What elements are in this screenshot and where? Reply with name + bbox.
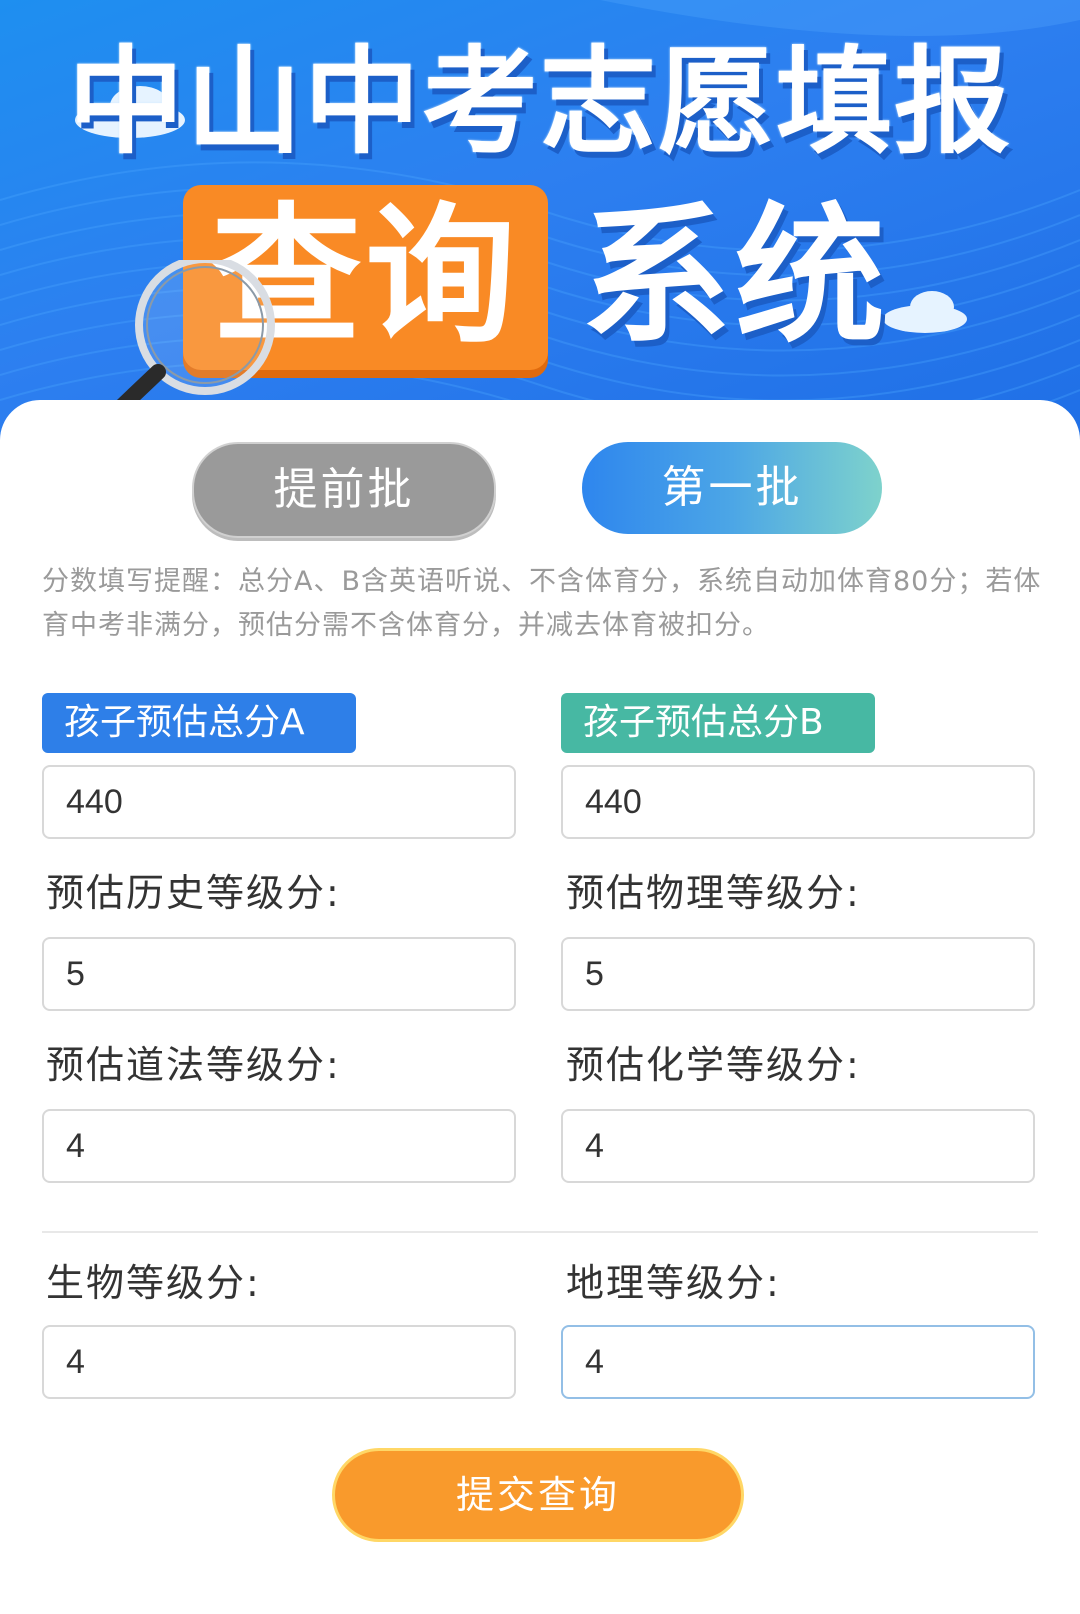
tab-early-batch[interactable]: 提前批 — [192, 442, 496, 538]
banner-title-line1: 中山中考志愿填报 — [68, 35, 1012, 170]
politics-input[interactable]: 4 — [42, 1109, 516, 1183]
biology-input[interactable]: 4 — [42, 1325, 516, 1399]
section-divider — [42, 1231, 1038, 1233]
magnifier-icon — [110, 260, 275, 418]
chemistry-label: 预估化学等级分: — [566, 1043, 861, 1087]
tab-first-batch[interactable]: 第一批 — [582, 442, 882, 534]
score-notice: 分数填写提醒：总分A、B含英语听说、不含体育分，系统自动加体育80分；若体育中考… — [42, 566, 1042, 641]
total-b-input[interactable]: 440 — [561, 765, 1035, 839]
submit-query-button[interactable]: 提交查询 — [332, 1448, 744, 1542]
physics-input[interactable]: 5 — [561, 937, 1035, 1011]
history-label: 预估历史等级分: — [46, 871, 341, 915]
biology-label: 生物等级分: — [46, 1261, 261, 1305]
geography-input[interactable]: 4 — [561, 1325, 1035, 1399]
physics-label: 预估物理等级分: — [566, 871, 861, 915]
chemistry-input[interactable]: 4 — [561, 1109, 1035, 1183]
history-input[interactable]: 5 — [42, 937, 516, 1011]
total-b-label: 孩子预估总分B — [561, 693, 875, 753]
banner-title-system: 系统 — [580, 190, 889, 364]
geography-label: 地理等级分: — [566, 1261, 781, 1305]
politics-label: 预估道法等级分: — [46, 1043, 341, 1087]
total-a-label: 孩子预估总分A — [42, 693, 356, 753]
header-banner: 中山中考志愿填报 查询 系统 — [0, 0, 1080, 440]
total-a-input[interactable]: 440 — [42, 765, 516, 839]
